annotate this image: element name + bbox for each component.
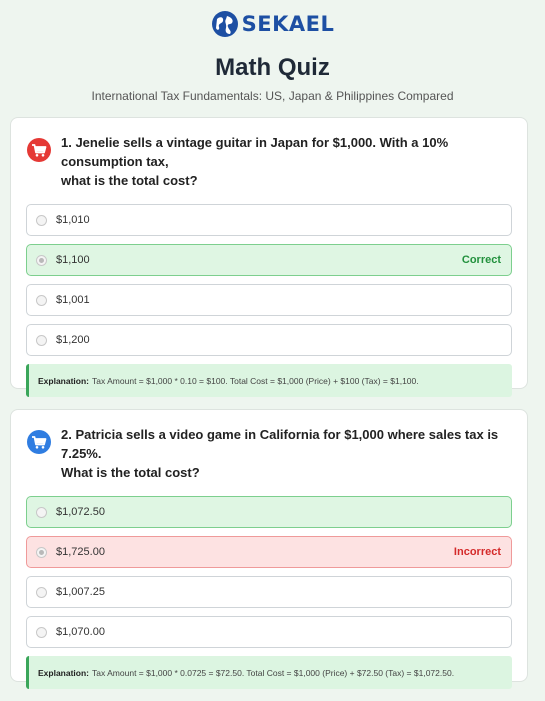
answer-option[interactable]: $1,001 — [26, 284, 512, 316]
explanation-label: Explanation: — [38, 667, 90, 678]
answer-option-incorrect[interactable]: $1,725.00 Incorrect — [26, 536, 512, 568]
shopping-cart-icon — [27, 430, 51, 454]
brand-name: SEKAEL — [241, 12, 335, 36]
correct-badge: Correct — [461, 254, 501, 266]
radio-button[interactable] — [36, 214, 47, 226]
option-label: $1,072.50 — [56, 506, 105, 518]
quiz-header: SEKAEL Math Quiz International Tax Funda… — [0, 0, 545, 103]
explanation-text: Tax Amount = $1,000 * 0.0725 = $72.50. T… — [92, 667, 455, 678]
radio-button[interactable] — [36, 294, 47, 306]
option-label: $1,001 — [56, 294, 90, 306]
option-label: $1,100 — [56, 254, 90, 266]
radio-button[interactable] — [36, 586, 47, 598]
question-card-1: 1. Jenelie sells a vintage guitar in Jap… — [10, 117, 528, 397]
option-label: $1,010 — [56, 214, 90, 226]
answer-option-correct[interactable]: $1,072.50 — [26, 496, 512, 528]
answer-option[interactable]: $1,070.00 — [26, 616, 512, 648]
answer-options: $1,072.50 $1,725.00 Incorrect $1,007.25 … — [11, 482, 527, 648]
question-text: 2. Patricia sells a video game in Califo… — [61, 427, 499, 480]
shopping-cart-icon — [27, 138, 51, 162]
question-card-2: 2. Patricia sells a video game in Califo… — [10, 409, 528, 689]
option-label: $1,007.25 — [56, 586, 105, 598]
question-text: 1. Jenelie sells a vintage guitar in Jap… — [61, 135, 449, 188]
answer-option-correct[interactable]: $1,100 Correct — [26, 244, 512, 276]
radio-button[interactable] — [36, 626, 47, 638]
brand-logo: SEKAEL — [207, 9, 339, 39]
radio-button-selected[interactable] — [36, 546, 47, 558]
globe-logo-icon — [211, 11, 238, 37]
explanation-label: Explanation: — [38, 375, 90, 386]
option-label: $1,200 — [56, 334, 90, 346]
radio-button[interactable] — [36, 506, 47, 518]
answer-option[interactable]: $1,010 — [26, 204, 512, 236]
page-title: Math Quiz — [215, 54, 330, 81]
answer-option[interactable]: $1,200 — [26, 324, 512, 356]
answer-option[interactable]: $1,007.25 — [26, 576, 512, 608]
explanation-box: Explanation: Tax Amount = $1,000 * 0.10 … — [26, 364, 512, 397]
option-label: $1,725.00 — [56, 546, 105, 558]
explanation-text: Tax Amount = $1,000 * 0.10 = $100. Total… — [92, 375, 419, 386]
option-label: $1,070.00 — [56, 626, 105, 638]
page-subtitle: International Tax Fundamentals: US, Japa… — [91, 89, 454, 103]
radio-button-selected[interactable] — [36, 254, 47, 266]
radio-button[interactable] — [36, 334, 47, 346]
explanation-box: Explanation: Tax Amount = $1,000 * 0.072… — [26, 656, 512, 689]
answer-options: $1,010 $1,100 Correct $1,001 $1,200 — [11, 190, 527, 356]
incorrect-badge: Incorrect — [453, 546, 501, 558]
